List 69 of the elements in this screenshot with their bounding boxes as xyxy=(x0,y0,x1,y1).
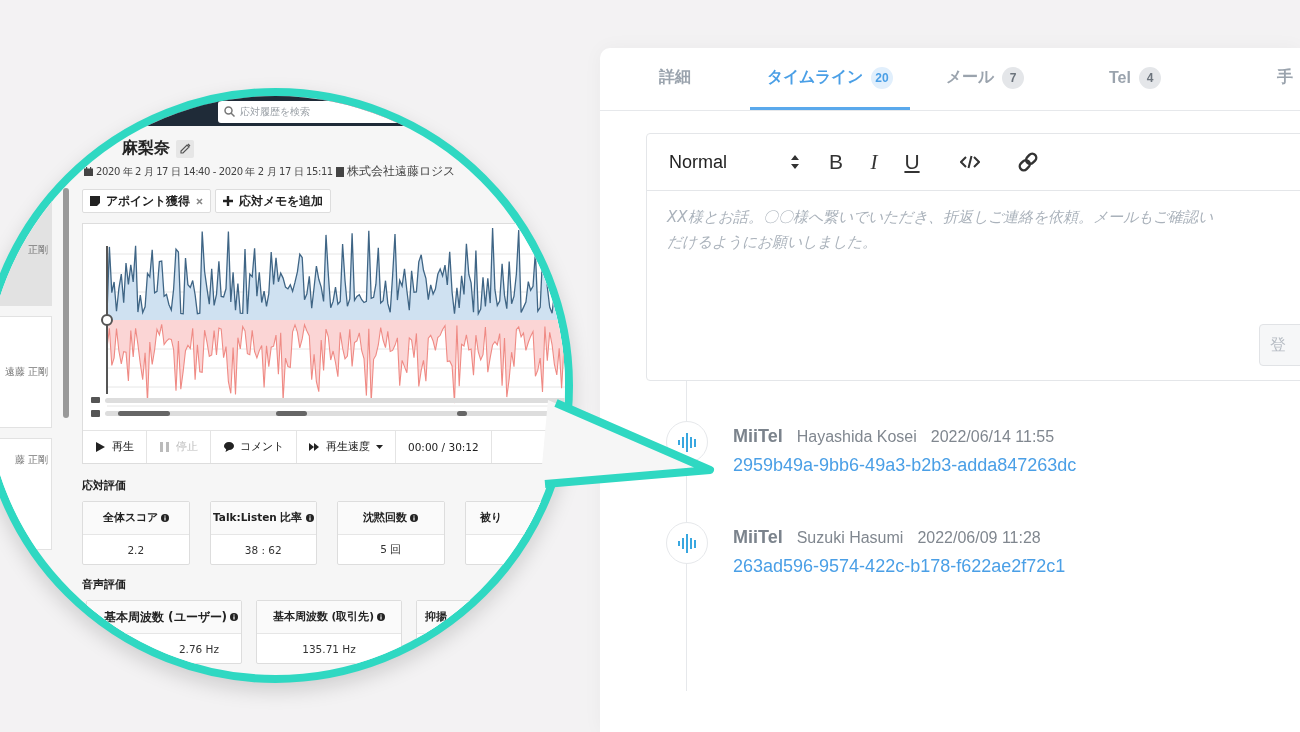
play-icon xyxy=(95,441,106,453)
info-icon xyxy=(230,613,238,621)
metric-value: 38 : 62 xyxy=(243,542,283,558)
user-name: Suzuki Hasumi xyxy=(796,528,904,548)
metric-value: 2.76 Hz xyxy=(177,641,220,657)
pause-icon xyxy=(159,441,170,453)
underline-button[interactable]: U xyxy=(903,150,921,174)
edit-button[interactable] xyxy=(176,139,194,158)
sidebar-item[interactable]: 藤 正剛 xyxy=(0,438,52,550)
call-period: 2020 年 2 月 17 日 14:40 - 2020 年 2 月 17 日 15:11 xyxy=(96,164,333,179)
tab[interactable]: 手 xyxy=(1210,48,1300,110)
tab[interactable]: メール 7 xyxy=(910,48,1060,110)
call-link[interactable]: 2959b49a-9bb6-49a3-b2b3-adda847263dc xyxy=(733,455,1077,476)
plus-icon xyxy=(223,196,233,206)
comment-button[interactable]: コメント xyxy=(211,431,297,463)
timestamp: 2022/06/14 11:55 xyxy=(930,427,1055,447)
metric-label: 全体スコア xyxy=(102,511,158,525)
section-title: 音声評価 xyxy=(82,577,127,592)
info-icon xyxy=(160,514,169,522)
code-button[interactable] xyxy=(959,155,981,169)
sidebar-item[interactable]: 遠藤 正剛 xyxy=(0,316,52,428)
call-link[interactable]: 263ad596-9574-422c-b178-f622ae2f72c1 xyxy=(733,556,1066,577)
count-badge: 7 xyxy=(1002,66,1024,89)
metric-value: 135.71 Hz xyxy=(301,641,357,657)
timestamp: 2022/06/09 11:28 xyxy=(917,528,1041,548)
fast-forward-icon xyxy=(309,441,320,453)
caret-icon xyxy=(376,445,383,449)
sound-bars-icon xyxy=(678,532,696,554)
speech-bubble-icon xyxy=(223,441,234,453)
tab[interactable]: Tel 4 xyxy=(1060,48,1210,110)
scrollbar[interactable] xyxy=(63,188,69,418)
tab[interactable]: タイムライン 20 xyxy=(750,48,910,110)
metric-value: 2.2 xyxy=(126,542,146,558)
info-icon xyxy=(410,514,419,522)
source-label: MiiTel xyxy=(733,425,783,448)
note-icon xyxy=(90,196,100,206)
metric-value: 5 回 xyxy=(379,541,403,557)
count-badge: 4 xyxy=(1138,66,1161,89)
format-select[interactable]: Normal xyxy=(669,151,799,173)
metric-label: 基本周波数 (ユーザー) xyxy=(103,608,227,626)
sound-bars-icon xyxy=(678,431,696,453)
search-icon xyxy=(224,106,235,117)
link-button[interactable] xyxy=(1019,152,1037,172)
note-field[interactable]: XX様とお話。〇〇様へ繋いでいただき、折返しご連絡を依頼。メールもご確認いだけるようにお願いしました。 xyxy=(647,191,1217,325)
add-memo-button[interactable]: 応対メモを追加 xyxy=(215,189,331,213)
play-button[interactable]: 再生 xyxy=(83,431,147,463)
calendar-icon xyxy=(84,167,93,176)
tag-chip[interactable]: アポイント獲得 xyxy=(82,189,211,213)
building-icon xyxy=(335,166,344,177)
user-name: Hayashida Kosei xyxy=(796,427,917,447)
info-icon xyxy=(377,613,386,621)
count-badge: 20 xyxy=(871,66,893,89)
record-name: 麻梨奈 xyxy=(122,138,170,159)
source-label: MiiTel xyxy=(733,526,783,549)
section-title: 応対評価 xyxy=(82,478,127,493)
italic-button[interactable]: I xyxy=(865,149,883,175)
bold-button[interactable]: B xyxy=(827,150,845,174)
metric-label: 被り xyxy=(479,511,502,525)
playback-time: 00:00 / 30:12 xyxy=(396,431,492,463)
metric-label: 沈黙回数 xyxy=(363,511,408,525)
metric-label: 抑揚 xyxy=(425,610,447,624)
close-icon xyxy=(196,197,203,205)
company-name: 株式会社遠藤ロジス xyxy=(346,163,455,180)
metric-label: 基本周波数 (取引先) xyxy=(272,610,375,624)
tab[interactable]: 詳細 xyxy=(600,48,750,110)
sort-arrows-icon xyxy=(791,155,799,169)
editor-box[interactable]: Normal B I U XX様とお話。〇〇様へ繋いでいただき、折返しご連絡を依頼。メールもご確認いだけるようにお願いしました。 登 xyxy=(646,133,1300,381)
speed-button[interactable]: 再生速度 xyxy=(297,431,396,463)
metric-label: Talk:Listen 比率 xyxy=(213,511,303,525)
